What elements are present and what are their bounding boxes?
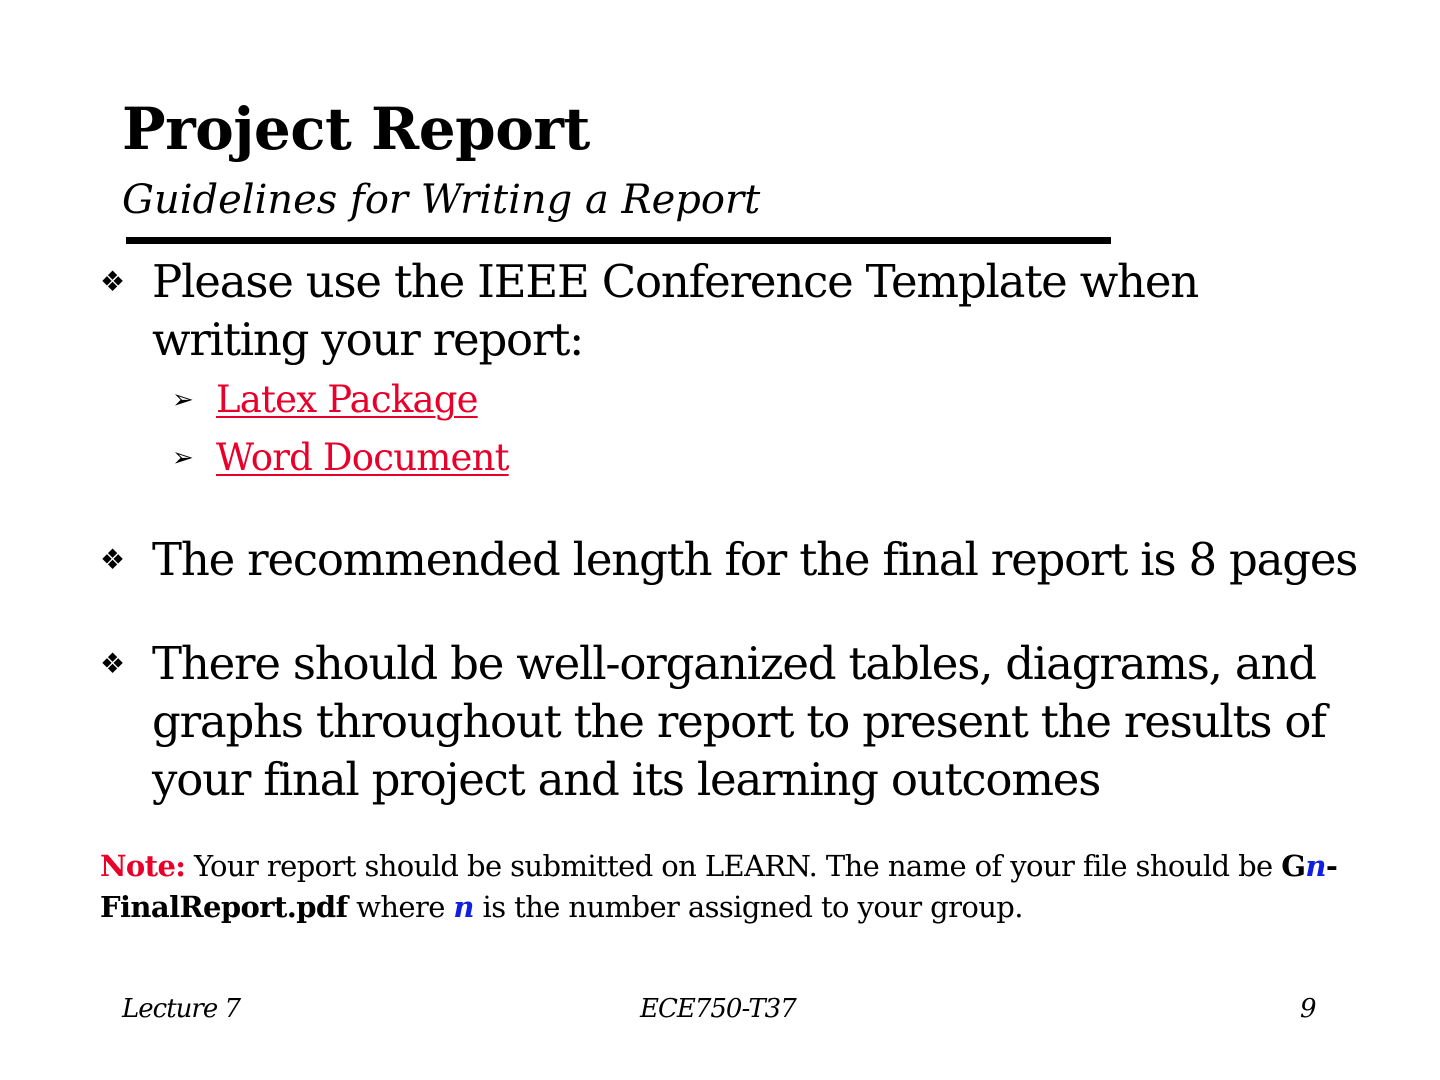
submission-note: Note: Your report should be submitted on… — [100, 846, 1350, 928]
group-number-variable: n — [453, 890, 474, 924]
note-text: where — [347, 890, 454, 924]
note-label: Note: — [100, 849, 186, 883]
slide-title: Project Report — [122, 95, 590, 163]
word-document-link[interactable]: Word Document — [216, 436, 510, 479]
title-underline — [126, 237, 1111, 244]
note-text: is the number assigned to your group. — [473, 890, 1024, 924]
footer-course-code: ECE750-T37 — [640, 994, 797, 1024]
bullet-list: ❖ Please use the IEEE Conference Templat… — [100, 253, 1360, 809]
bullet-item-figures: ❖ There should be well-organized tables,… — [100, 635, 1360, 809]
bullet-text: The recommended length for the final rep… — [152, 533, 1358, 586]
note-text: Your report should be submitted on LEARN… — [185, 849, 1282, 883]
bullet-item-template: ❖ Please use the IEEE Conference Templat… — [100, 253, 1360, 369]
diamond-bullet-icon: ❖ — [100, 265, 126, 298]
bullet-text: There should be well-organized tables, d… — [152, 637, 1327, 806]
latex-package-link[interactable]: Latex Package — [216, 378, 479, 421]
slide-subtitle: Guidelines for Writing a Report — [122, 177, 761, 223]
diamond-bullet-icon: ❖ — [100, 543, 126, 576]
bullet-text: Please use the IEEE Conference Template … — [152, 255, 1199, 366]
bullet-item-length: ❖ The recommended length for the final r… — [100, 531, 1360, 589]
arrow-bullet-icon: ➢ — [172, 443, 194, 473]
arrow-bullet-icon: ➢ — [172, 385, 194, 415]
list-item: ➢ Latex Package — [172, 371, 1360, 429]
template-links-list: ➢ Latex Package ➢ Word Document — [172, 371, 1360, 487]
page-number: 9 — [1300, 994, 1317, 1024]
file-name-prefix: G — [1281, 849, 1306, 883]
footer-lecture: Lecture 7 — [122, 994, 241, 1024]
group-number-variable: n — [1305, 849, 1326, 883]
diamond-bullet-icon: ❖ — [100, 647, 126, 680]
list-item: ➢ Word Document — [172, 429, 1360, 487]
